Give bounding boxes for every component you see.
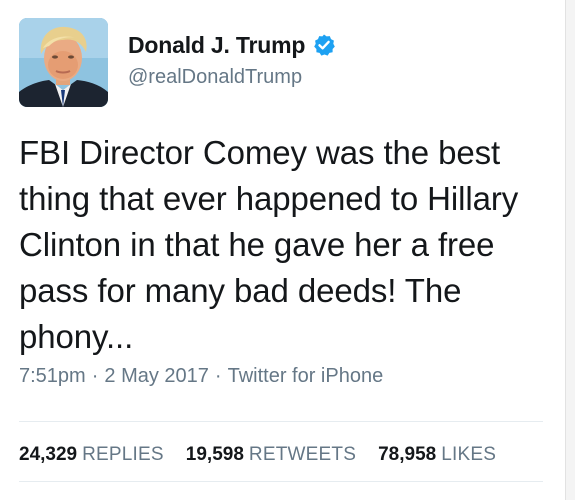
author-name-row: Donald J. Trump <box>128 30 336 60</box>
scrollbar[interactable] <box>565 0 575 500</box>
tweet-source-link[interactable]: Twitter for iPhone <box>228 365 384 387</box>
author-display-name[interactable]: Donald J. Trump <box>128 32 305 59</box>
replies-stat[interactable]: 24,329 REPLIES <box>19 444 164 466</box>
likes-count: 78,958 <box>378 444 437 465</box>
tweet-time[interactable]: 7:51pm <box>19 365 86 387</box>
tweet-meta: 7:51pm · 2 May 2017 · Twitter for iPhone <box>19 365 383 388</box>
retweets-count: 19,598 <box>185 444 244 465</box>
likes-label: LIKES <box>441 444 497 465</box>
retweets-label: RETWEETS <box>248 444 357 465</box>
verified-badge-icon <box>312 33 336 57</box>
author-handle[interactable]: @realDonaldTrump <box>128 66 302 89</box>
tweet-stats: 24,329 REPLIES 19,598 RETWEETS 78,958 LIKES <box>19 444 518 466</box>
replies-count: 24,329 <box>19 444 78 465</box>
tweet-date[interactable]: 2 May 2017 <box>104 365 209 387</box>
tweet-card: Donald J. Trump @realDonaldTrump FBI Dir… <box>0 0 575 500</box>
tweet-text: FBI Director Comey was the best thing th… <box>19 134 519 355</box>
avatar[interactable] <box>19 18 108 107</box>
divider <box>19 421 543 422</box>
divider <box>19 481 543 482</box>
meta-separator: · <box>91 365 99 387</box>
replies-label: REPLIES <box>82 444 164 465</box>
profile-photo <box>19 18 108 107</box>
likes-stat[interactable]: 78,958 LIKES <box>378 444 496 466</box>
retweets-stat[interactable]: 19,598 RETWEETS <box>186 444 356 466</box>
meta-separator: · <box>214 365 222 387</box>
